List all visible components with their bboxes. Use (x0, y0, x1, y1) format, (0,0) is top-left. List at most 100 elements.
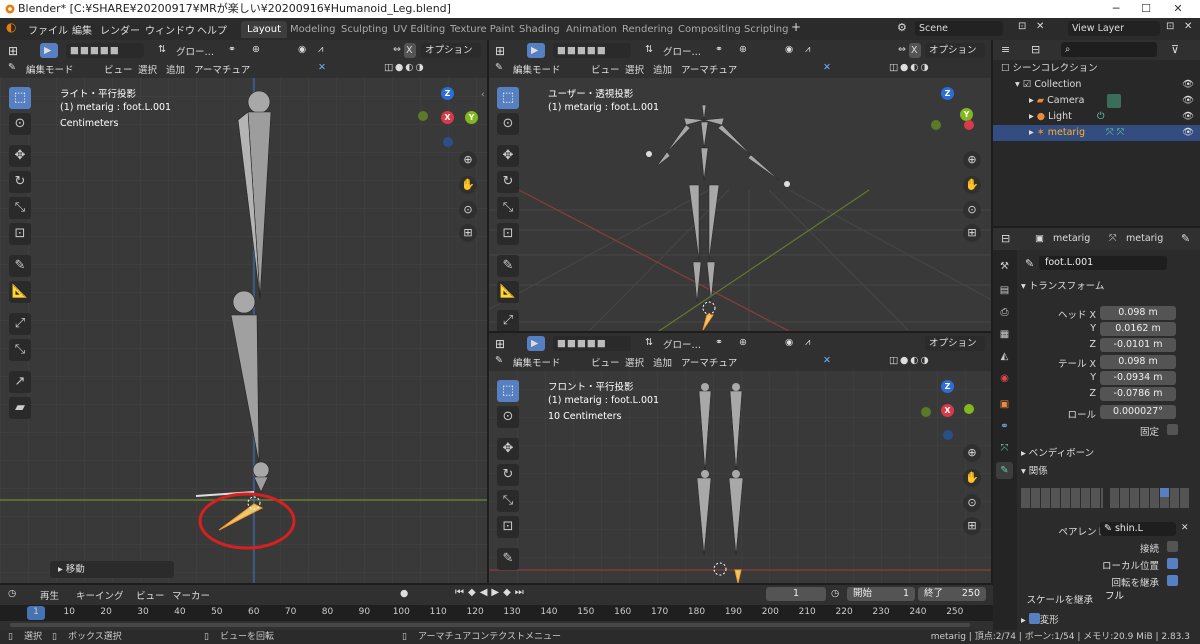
sidebar-toggle-icon[interactable]: ‹ (481, 90, 485, 100)
tab-compositing[interactable]: Compositing (672, 21, 747, 38)
shading-mode-icons[interactable]: ◫●◐◑ (384, 62, 426, 73)
menu-select[interactable]: 選択 (138, 62, 157, 76)
menu-keying[interactable]: キーイング (76, 588, 124, 602)
tab-sculpting[interactable]: Sculpting (335, 21, 394, 38)
section-deform[interactable]: ▸ 変形 (1021, 612, 1200, 628)
tool-rotate[interactable]: ↻ (497, 464, 519, 486)
view-layer-options-icon[interactable]: ⊡ (1166, 21, 1174, 32)
end-frame-field[interactable]: 終了 250 (918, 587, 986, 601)
tab-view-layer-icon[interactable]: ▦ (996, 326, 1013, 343)
select-box-mode-icons[interactable]: ■■■■■ (66, 43, 144, 58)
visibility-eye-icon[interactable]: 👁 (1182, 77, 1194, 93)
x-mirror-icon[interactable]: ⇔ (898, 44, 906, 55)
frame-ruler[interactable]: 1 10 20 30 40 50 60 70 80 90 100 110 120 130 140 150 160… (0, 605, 993, 621)
editor-type-icon[interactable]: ⊞ (495, 337, 505, 351)
gizmo-toggle-icon[interactable]: ✕ (318, 62, 326, 73)
tab-armature-icon[interactable]: ⤧ (996, 440, 1013, 457)
pan-hand-icon[interactable]: ✋ (963, 176, 981, 194)
bone-layers-right[interactable] (1110, 488, 1190, 508)
camera-data-icon[interactable] (1107, 94, 1121, 108)
tool-transform[interactable]: ⊡ (9, 223, 31, 245)
tab-rendering[interactable]: Rendering (616, 21, 679, 38)
light-data-icon[interactable]: ⏻ (1097, 109, 1105, 125)
gizmo-neg-y-axis[interactable] (921, 407, 931, 417)
tool-measure[interactable]: 📐 (497, 281, 519, 303)
menu-marker[interactable]: マーカー (172, 588, 210, 602)
gizmo-toggle-icon[interactable]: ✕ (823, 355, 831, 366)
current-frame-field[interactable]: 1 (766, 587, 826, 601)
x-mirror-toggle[interactable]: X (909, 43, 921, 58)
editor-type-icon[interactable]: ◷ (8, 588, 16, 599)
gizmo-neg-z-axis[interactable] (443, 137, 453, 147)
tab-world-icon[interactable]: ◉ (996, 370, 1013, 387)
falloff-icon[interactable]: ⩘ (318, 44, 323, 55)
filter-icon[interactable]: ⊽ (1171, 43, 1179, 56)
connected-checkbox[interactable] (1167, 541, 1178, 552)
menu-add[interactable]: 追加 (653, 62, 672, 76)
inherit-scale-dropdown[interactable]: フル (1100, 590, 1176, 604)
falloff-icon[interactable]: ⩘ (805, 44, 810, 55)
tool-bone-size[interactable]: ⤡ (9, 339, 31, 361)
local-location-checkbox[interactable] (1167, 558, 1178, 569)
pivot-icon[interactable]: ⚭ (715, 337, 723, 348)
tab-tool-icon[interactable]: ⚒ (996, 258, 1013, 275)
section-bendy-bones[interactable]: ▸ ベンディボーン (1021, 446, 1200, 462)
menu-view[interactable]: ビュー (591, 355, 620, 369)
tab-constraints-icon[interactable]: ⚭ (996, 418, 1013, 435)
tool-annotate[interactable]: ✎ (497, 255, 519, 277)
inherit-rotation-checkbox[interactable] (1167, 575, 1178, 586)
select-mode-button[interactable]: ▶ (40, 43, 58, 58)
tool-bone-roll[interactable]: ⤢ (9, 313, 31, 335)
menu-armature[interactable]: アーマチュア (194, 62, 250, 76)
playback-controls-icons[interactable]: ⏮◆◀▶◆⏭ (455, 587, 528, 598)
tool-scale[interactable]: ⤡ (9, 197, 31, 219)
tab-layout[interactable]: Layout (241, 21, 287, 38)
tail-z-field[interactable]: -0.0786 m (1100, 387, 1176, 401)
add-workspace-button[interactable]: + (791, 20, 801, 34)
view-layer-selector[interactable]: View Layer (1068, 21, 1160, 36)
ortho-toggle-icon[interactable]: ⊞ (963, 224, 981, 242)
tab-uv-editing[interactable]: UV Editing (387, 21, 451, 38)
tab-shading[interactable]: Shading (513, 21, 566, 38)
tab-texture-paint[interactable]: Texture Paint (444, 21, 521, 38)
tool-select-box[interactable]: ⬚ (497, 380, 519, 402)
menu-view[interactable]: ビュー (136, 588, 165, 602)
remove-view-layer-icon[interactable]: ✕ (1184, 21, 1192, 32)
tool-select-box[interactable]: ⬚ (497, 87, 519, 109)
select-box-mode-icons[interactable]: ■■■■■ (553, 336, 631, 351)
outliner-row-metarig[interactable]: ▸ ✶ metarig ⤧ ⤧ 👁 (993, 125, 1200, 141)
transform-orientation-dropdown[interactable]: グロー… (663, 44, 701, 58)
options-dropdown[interactable]: オプション (925, 336, 985, 351)
blender-menu-icon[interactable]: ◐ (6, 20, 16, 34)
lock-checkbox[interactable] (1167, 424, 1178, 435)
transform-orientation-dropdown[interactable]: グロー… (663, 337, 701, 351)
menu-add[interactable]: 追加 (166, 62, 185, 76)
tool-rotate[interactable]: ↻ (497, 171, 519, 193)
gizmo-neg-y-axis[interactable] (931, 120, 941, 130)
armature-data-icon[interactable]: ⤧ ⤧ (1106, 125, 1124, 141)
tool-select-box[interactable]: ⬚ (9, 87, 31, 109)
tab-bone-icon[interactable]: ✎ (996, 462, 1013, 479)
gizmo-neg-y-axis[interactable] (418, 111, 428, 121)
menu-edit[interactable]: 編集 (72, 22, 92, 37)
roll-field[interactable]: 0.000027° (1100, 405, 1176, 419)
tool-scale[interactable]: ⤡ (497, 197, 519, 219)
zoom-icon[interactable]: ⊕ (963, 151, 981, 169)
mode-dropdown[interactable]: 編集モード (513, 355, 561, 369)
menu-armature[interactable]: アーマチュア (681, 355, 737, 369)
gizmo-x-axis[interactable]: X (941, 404, 954, 417)
tool-annotate[interactable]: ✎ (9, 255, 31, 277)
ortho-toggle-icon[interactable]: ⊞ (459, 224, 477, 242)
tab-animation[interactable]: Animation (560, 21, 623, 38)
editor-type-icon[interactable]: ⊞ (8, 44, 18, 58)
parent-field[interactable]: ✎ shin.L (1100, 522, 1176, 536)
camera-view-icon[interactable]: ⊙ (963, 201, 981, 219)
menu-file[interactable]: ファイル (28, 22, 68, 37)
gizmo-toggle-icon[interactable]: ✕ (823, 62, 831, 73)
collection-checkbox-icon[interactable]: ☑ (1023, 79, 1035, 90)
pan-hand-icon[interactable]: ✋ (459, 176, 477, 194)
options-dropdown[interactable]: オプション (421, 43, 481, 58)
select-mode-button[interactable]: ▶ (527, 336, 545, 351)
menu-armature[interactable]: アーマチュア (681, 62, 737, 76)
pivot-icon[interactable]: ⚭ (228, 44, 236, 55)
